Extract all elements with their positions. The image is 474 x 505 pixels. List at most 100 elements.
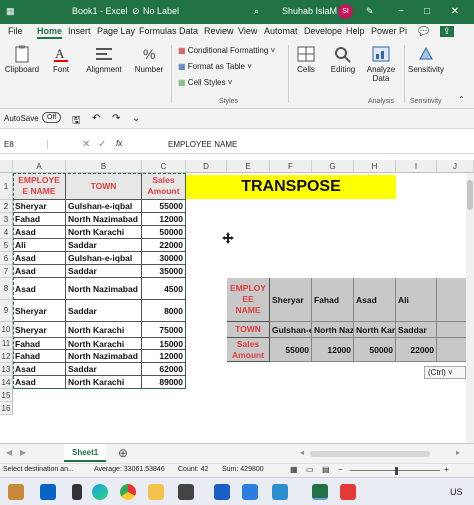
table-cell[interactable]: 15000	[142, 338, 186, 350]
task-view-icon[interactable]	[72, 484, 82, 500]
tab-power-pivot[interactable]: Power Pi	[371, 26, 407, 36]
tab-review[interactable]: Review	[204, 26, 234, 36]
table-cell[interactable]: 12000	[142, 213, 186, 226]
transposed-amount-cell[interactable]: 55000	[270, 338, 312, 362]
column-header-j[interactable]: J	[437, 160, 474, 173]
customize-qat-icon[interactable]: ⌄	[132, 113, 140, 124]
tab-home[interactable]: Home	[37, 26, 63, 39]
add-sheet-icon[interactable]: ⊕	[118, 446, 128, 460]
row-header-4[interactable]: 4	[0, 226, 13, 239]
row-header-8[interactable]: 8	[0, 278, 13, 300]
column-header-f[interactable]: F	[270, 160, 312, 173]
column-header-i[interactable]: I	[396, 160, 437, 173]
tab-formulas[interactable]: Formulas	[139, 26, 177, 36]
maximize-icon[interactable]: □	[418, 3, 436, 21]
row-header-7[interactable]: 7	[0, 265, 13, 278]
close-icon[interactable]: ✕	[446, 3, 464, 21]
table-cell[interactable]: 4500	[142, 278, 186, 300]
table-cell[interactable]: Fahad	[13, 338, 66, 350]
hscroll-left-icon[interactable]: ◂	[300, 448, 304, 457]
tab-data[interactable]: Data	[179, 26, 198, 36]
keyboard-language[interactable]: US	[450, 487, 463, 497]
sensitivity-button[interactable]: Sensitivity	[406, 45, 446, 74]
table-cell[interactable]: Sheryar	[13, 200, 66, 213]
transposed-amount-cell[interactable]: 22000	[396, 338, 437, 362]
row-header-13[interactable]: 13	[0, 363, 13, 376]
table-cell[interactable]: North Karachi	[66, 338, 142, 350]
hscroll-right-icon[interactable]: ▸	[456, 448, 460, 457]
table-cell[interactable]: Asad	[13, 278, 66, 300]
column-header-h[interactable]: H	[354, 160, 396, 173]
table-cell[interactable]: North Nazimabad	[66, 350, 142, 363]
table-cell[interactable]: Saddar	[66, 363, 142, 376]
table-cell[interactable]: North Nazimabad	[66, 213, 142, 226]
table-cell[interactable]: 62000	[142, 363, 186, 376]
select-all-corner[interactable]	[0, 160, 13, 173]
table-cell[interactable]: Asad	[13, 376, 66, 389]
row-header-1[interactable]: 1	[0, 173, 13, 200]
alignment-button[interactable]: Alignment	[84, 45, 124, 74]
row-header-15[interactable]: 15	[0, 389, 13, 402]
table-cell[interactable]: 89000	[142, 376, 186, 389]
collapse-ribbon-icon[interactable]: ⌃	[458, 95, 465, 104]
tab-automate[interactable]: Automat	[264, 26, 298, 36]
transposed-name-cell[interactable]: Asad	[354, 278, 396, 322]
tab-developer[interactable]: Develope	[304, 26, 342, 36]
table-cell[interactable]: Ali	[13, 239, 66, 252]
table-cell[interactable]: Gulshan-e-iqbal	[66, 252, 142, 265]
table-cell[interactable]: Asad	[13, 265, 66, 278]
avatar[interactable]: SI	[338, 4, 353, 19]
table-cell[interactable]: North Karachi	[66, 322, 142, 338]
transposed-row-label[interactable]: EMPLOY EE NAME	[227, 278, 270, 322]
tab-insert[interactable]: Insert	[68, 26, 91, 36]
row-header-3[interactable]: 3	[0, 213, 13, 226]
table-cell[interactable]: Fahad	[13, 350, 66, 363]
font-button[interactable]: A Font	[46, 45, 76, 74]
transposed-town-cell[interactable]: North Naz	[312, 322, 354, 338]
minimize-icon[interactable]: −	[392, 3, 410, 21]
row-header-6[interactable]: 6	[0, 252, 13, 265]
analyze-data-button[interactable]: Analyze Data	[364, 45, 398, 83]
table-cell[interactable]: 55000	[142, 200, 186, 213]
row-header-11[interactable]: 11	[0, 338, 13, 350]
transposed-amount-cell[interactable]: 50000	[354, 338, 396, 362]
table-cell[interactable]: Asad	[13, 363, 66, 376]
format-as-table-button[interactable]: ▦ Format as Table ˅	[178, 62, 252, 71]
next-sheet-icon[interactable]: ▶	[20, 448, 26, 457]
transposed-row-label[interactable]: TOWN	[227, 322, 270, 338]
transposed-name-cell[interactable]: Fahad	[312, 278, 354, 322]
word-icon[interactable]	[214, 484, 230, 500]
row-header-5[interactable]: 5	[0, 239, 13, 252]
enter-icon[interactable]: ✓	[98, 139, 106, 150]
table-cell[interactable]: Sheryar	[13, 300, 66, 322]
app-icon[interactable]	[340, 484, 356, 500]
table-cell[interactable]: Saddar	[66, 239, 142, 252]
search-icon[interactable]: ⌕	[254, 6, 259, 17]
cell-styles-button[interactable]: ▦ Cell Styles ˅	[178, 78, 232, 87]
table-cell[interactable]: North Nazimabad	[66, 278, 142, 300]
table-cell[interactable]: 8000	[142, 300, 186, 322]
transposed-name-cell[interactable]: Sheryar	[270, 278, 312, 322]
transposed-amount-cell[interactable]: 12000	[312, 338, 354, 362]
transposed-town-cell[interactable]: Gulshan-e	[270, 322, 312, 338]
comments-icon[interactable]: 💬	[418, 26, 429, 37]
cancel-icon[interactable]: ✕	[82, 139, 90, 150]
table-cell[interactable]: 35000	[142, 265, 186, 278]
table-cell[interactable]: North Karachi	[66, 376, 142, 389]
tab-file[interactable]: File	[8, 26, 23, 36]
row-header-9[interactable]: 9	[0, 300, 13, 322]
tab-view[interactable]: View	[238, 26, 257, 36]
page-layout-view-icon[interactable]: ▭	[306, 465, 314, 474]
cells-button[interactable]: Cells	[292, 45, 320, 74]
start-icon[interactable]	[40, 484, 56, 500]
table-header-cell[interactable]: Sales Amount	[142, 173, 186, 200]
table-cell[interactable]: Fahad	[13, 213, 66, 226]
column-header-a[interactable]: A	[13, 160, 66, 173]
prev-sheet-icon[interactable]: ◀	[6, 448, 12, 457]
column-header-g[interactable]: G	[312, 160, 354, 173]
zoom-thumb[interactable]	[395, 467, 398, 475]
autosave-toggle[interactable]: Off	[42, 112, 62, 123]
tab-sheet1[interactable]: Sheet1	[64, 444, 107, 462]
file-explorer-icon[interactable]	[148, 484, 164, 500]
table-cell[interactable]: 75000	[142, 322, 186, 338]
